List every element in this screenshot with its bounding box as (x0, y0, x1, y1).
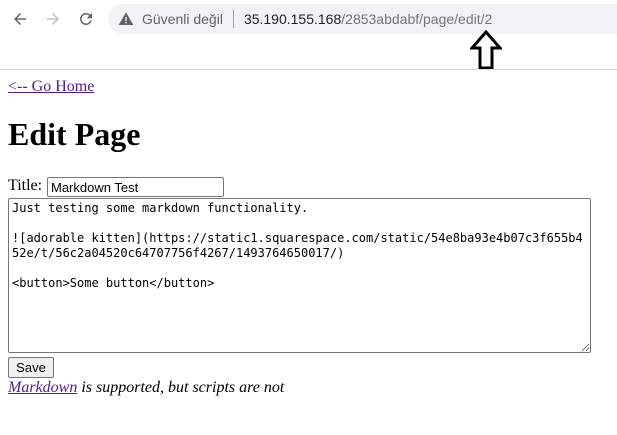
arrow-left-icon (14, 13, 26, 25)
url-path: /2853abdabf/page/edit/2 (341, 11, 493, 27)
title-input[interactable] (47, 177, 224, 197)
browser-toolbar: Güvenli değil 35.190.155.168/2853abdabf/… (0, 0, 617, 40)
annotation-up-arrow-icon (470, 30, 502, 70)
reload-icon (79, 12, 92, 25)
forward-button[interactable] (40, 6, 66, 32)
markdown-note-text: is supported, but scripts are not (77, 379, 285, 396)
toolbar-divider (0, 69, 617, 70)
go-home-link[interactable]: <-- Go Home (8, 78, 94, 96)
omnibox-separator (232, 10, 234, 28)
arrow-right-icon (47, 13, 59, 25)
security-label[interactable]: Güvenli değil (142, 11, 223, 27)
warning-icon[interactable] (118, 11, 134, 27)
back-button[interactable] (7, 6, 33, 32)
address-bar[interactable]: Güvenli değil 35.190.155.168/2853abdabf/… (108, 4, 617, 34)
reload-button[interactable] (73, 6, 99, 32)
markdown-note: Markdown is supported, but scripts are n… (8, 379, 284, 397)
content-textarea[interactable]: Just testing some markdown functionality… (8, 198, 591, 353)
markdown-link[interactable]: Markdown (8, 379, 77, 396)
save-button[interactable]: Save (8, 357, 54, 378)
page-title: Edit Page (8, 116, 141, 152)
title-label: Title: (8, 177, 43, 194)
url-host: 35.190.155.168 (243, 11, 342, 27)
